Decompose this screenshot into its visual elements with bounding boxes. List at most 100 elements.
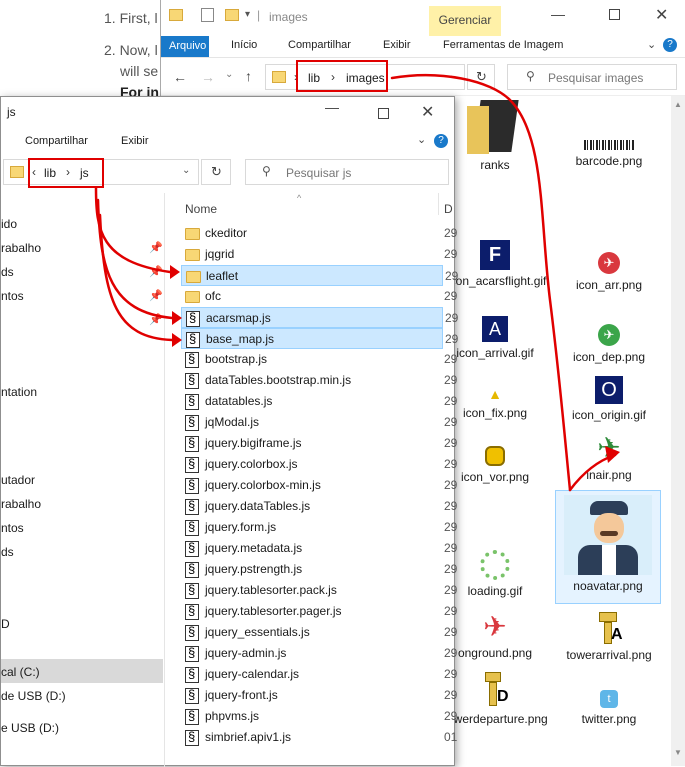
recent-dropdown-icon[interactable]: ⌄: [225, 69, 233, 80]
file-tile[interactable]: barcode.png: [561, 140, 657, 169]
pin-icon[interactable]: 📌: [149, 289, 163, 302]
file-tile[interactable]: A towerarrival.png: [561, 612, 657, 663]
file-tile[interactable]: loading.gif: [447, 550, 543, 599]
address-dropdown-icon[interactable]: ⌄: [182, 165, 190, 176]
file-row[interactable]: jquery.dataTables.js 29: [181, 496, 457, 517]
vertical-scrollbar[interactable]: ▲ ▼: [671, 96, 685, 766]
js-file-icon: [185, 435, 200, 452]
file-tile[interactable]: ✈ icon_arr.png: [561, 252, 657, 293]
pin-icon[interactable]: 📌: [149, 265, 163, 278]
file-row[interactable]: ofc 29: [181, 286, 457, 307]
minimize-button[interactable]: —: [551, 6, 565, 22]
file-row[interactable]: datatables.js 29: [181, 391, 457, 412]
sidebar-item[interactable]: ds: [1, 265, 14, 279]
file-tile[interactable]: ranks: [447, 100, 543, 173]
file-row[interactable]: simbrief.apiv1.js 01: [181, 727, 457, 748]
search-input[interactable]: ⚲ Pesquisar images: [507, 64, 677, 90]
file-row[interactable]: jqModal.js 29: [181, 412, 457, 433]
sidebar-item[interactable]: ntos: [1, 521, 24, 535]
refresh-button[interactable]: ↻: [467, 64, 495, 90]
scroll-up-icon[interactable]: ▲: [674, 100, 682, 109]
file-row[interactable]: base_map.js 29: [181, 328, 458, 349]
file-tile[interactable]: ✈ inair.png: [561, 432, 657, 483]
up-arrow-icon[interactable]: ↑: [245, 68, 252, 84]
file-tile[interactable]: ▲ icon_fix.png: [447, 386, 543, 421]
pin-icon[interactable]: 📌: [149, 241, 163, 254]
file-row[interactable]: leaflet 29: [181, 265, 458, 286]
file-row[interactable]: phpvms.js 29: [181, 706, 457, 727]
back-arrow-icon[interactable]: ←: [173, 69, 187, 85]
file-row[interactable]: jquery.colorbox.js 29: [181, 454, 457, 475]
sidebar-item[interactable]: rabalho: [1, 241, 41, 255]
column-divider[interactable]: [438, 193, 439, 215]
file-row[interactable]: ckeditor 29: [181, 223, 457, 244]
sidebar-item[interactable]: D: [1, 617, 10, 631]
file-tile[interactable]: A icon_arrival.gif: [447, 316, 543, 361]
address-dropdown-icon[interactable]: ⌄: [446, 70, 454, 81]
file-row[interactable]: jquery-front.js 29: [181, 685, 457, 706]
new-folder-icon[interactable]: [225, 9, 239, 21]
quick-access-dropdown-icon[interactable]: ▾: [245, 9, 250, 20]
properties-icon[interactable]: [201, 8, 214, 22]
minimize-button[interactable]: —: [325, 99, 339, 115]
sidebar-item[interactable]: utador: [1, 473, 35, 487]
refresh-button[interactable]: ↻: [201, 159, 231, 185]
search-input[interactable]: ⚲ Pesquisar js: [245, 159, 449, 185]
sidebar-item[interactable]: de USB (D:): [1, 689, 66, 703]
column-header-name[interactable]: Nome: [185, 202, 217, 216]
file-tile-selected[interactable]: noavatar.png: [555, 490, 661, 604]
file-tile[interactable]: D owerdeparture.png: [447, 672, 548, 727]
file-row[interactable]: jquery.colorbox-min.js 29: [181, 475, 457, 496]
sidebar-item[interactable]: ds: [1, 545, 14, 559]
sidebar-item[interactable]: ido: [1, 217, 17, 231]
file-row[interactable]: jquery-admin.js 29: [181, 643, 457, 664]
ribbon-expand-icon[interactable]: ⌄: [647, 38, 656, 51]
sidebar-item[interactable]: ntation: [1, 385, 37, 399]
file-label: icon_origin.gif: [571, 408, 647, 422]
tab-inicio[interactable]: Início: [231, 39, 257, 51]
js-file-icon: [185, 372, 200, 389]
file-tile[interactable]: O icon_origin.gif: [561, 376, 657, 423]
file-row[interactable]: jquery-calendar.js 29: [181, 664, 457, 685]
file-row[interactable]: bootstrap.js 29: [181, 349, 457, 370]
scroll-down-icon[interactable]: ▼: [674, 748, 682, 757]
file-row[interactable]: jquery.metadata.js 29: [181, 538, 457, 559]
file-date: 29: [444, 625, 458, 639]
sidebar-item[interactable]: rabalho: [1, 497, 41, 511]
file-row[interactable]: jquery.bigiframe.js 29: [181, 433, 457, 454]
column-header-date[interactable]: D: [444, 202, 453, 216]
tab-exibir[interactable]: Exibir: [383, 39, 411, 51]
tab-arquivo[interactable]: Arquivo: [161, 36, 209, 57]
file-tile[interactable]: t twitter.png: [561, 690, 657, 727]
sidebar-item[interactable]: ntos: [1, 289, 24, 303]
tab-compartilhar[interactable]: Compartilhar: [25, 135, 88, 147]
maximize-button[interactable]: [609, 9, 620, 20]
file-tile[interactable]: ✈ onground.png: [447, 612, 543, 661]
help-icon[interactable]: ?: [663, 38, 677, 52]
sidebar-item[interactable]: e USB (D:): [1, 721, 59, 735]
tab-exibir[interactable]: Exibir: [121, 135, 149, 147]
file-row[interactable]: jquery.tablesorter.pager.js 29: [181, 601, 457, 622]
tab-compartilhar[interactable]: Compartilhar: [288, 39, 351, 51]
file-tile[interactable]: ✈ icon_dep.png: [561, 324, 657, 365]
file-row[interactable]: acarsmap.js 29: [181, 307, 458, 328]
ribbon-expand-icon[interactable]: ⌄: [417, 133, 426, 146]
help-icon[interactable]: ?: [434, 134, 448, 148]
file-row[interactable]: dataTables.bootstrap.min.js 29: [181, 370, 457, 391]
file-name: acarsmap.js: [206, 311, 271, 325]
close-button[interactable]: ✕: [421, 102, 434, 122]
sidebar-item-selected[interactable]: cal (C:): [1, 665, 40, 679]
close-button[interactable]: ✕: [655, 5, 668, 25]
file-row[interactable]: jquery.form.js 29: [181, 517, 457, 538]
file-row[interactable]: jqgrid 29: [181, 244, 457, 265]
file-row[interactable]: jquery.tablesorter.pack.js 29: [181, 580, 457, 601]
file-row[interactable]: jquery.pstrength.js 29: [181, 559, 457, 580]
file-row[interactable]: jquery_essentials.js 29: [181, 622, 457, 643]
file-tile[interactable]: F icon_acarsflight.gif: [447, 240, 546, 289]
forward-arrow-icon[interactable]: →: [201, 69, 215, 85]
tab-ferramentas-de-imagem[interactable]: Ferramentas de Imagem: [443, 39, 563, 51]
file-tile[interactable]: icon_vor.png: [447, 446, 543, 485]
pin-icon[interactable]: 📌: [149, 313, 163, 326]
tab-gerenciar[interactable]: Gerenciar: [429, 6, 501, 36]
maximize-button[interactable]: [378, 108, 389, 119]
